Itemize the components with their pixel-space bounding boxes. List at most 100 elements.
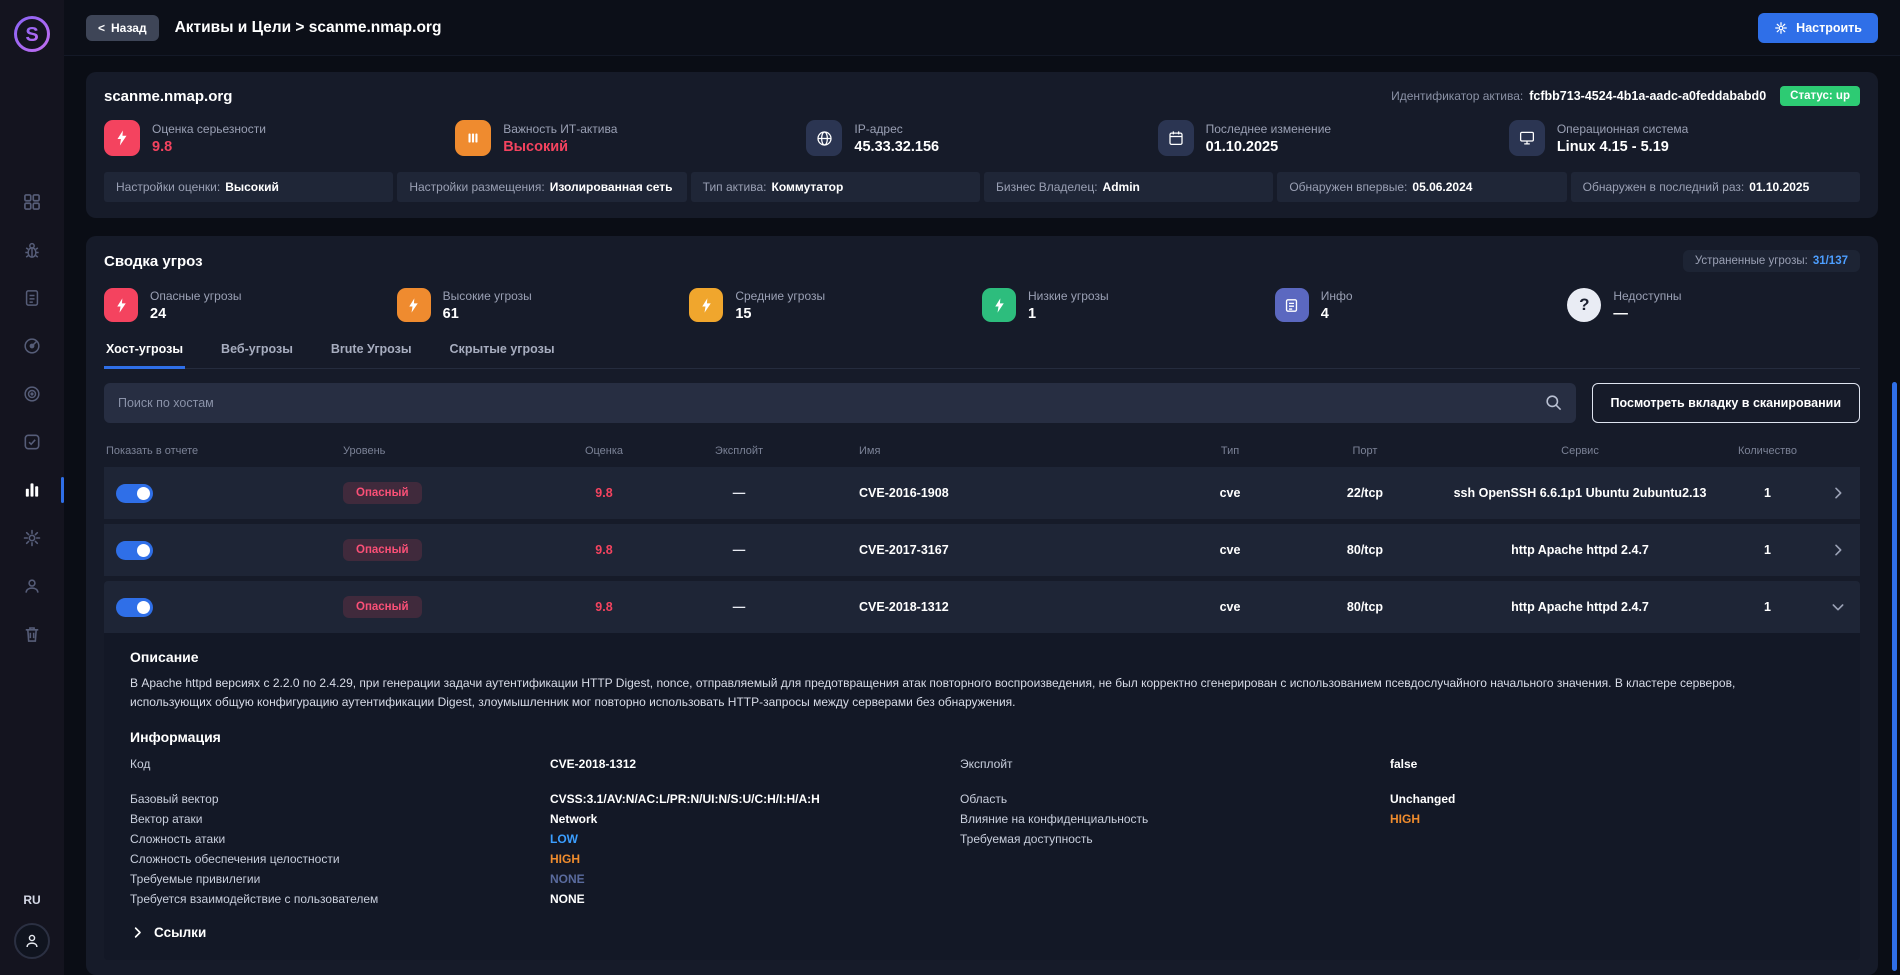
service-value: http Apache httpd 2.4.7 bbox=[1440, 543, 1720, 557]
sidebar-item-settings[interactable] bbox=[10, 518, 54, 558]
search-input[interactable] bbox=[104, 383, 1576, 423]
info-row: Сложность обеспечения целостности HIGH bbox=[130, 849, 1834, 869]
chevron-right-icon[interactable] bbox=[1815, 485, 1860, 501]
show-in-report-toggle[interactable] bbox=[116, 484, 153, 503]
column-header: Порт bbox=[1290, 445, 1440, 457]
back-button-label: Назад bbox=[111, 21, 147, 35]
tab-brute-threats[interactable]: Brute Угрозы bbox=[329, 340, 414, 369]
back-chevron-icon: < bbox=[98, 21, 105, 35]
sidebar-item-users[interactable] bbox=[10, 566, 54, 606]
stat-label: Высокие угрозы bbox=[443, 289, 532, 303]
sidebar-item-dashboard[interactable] bbox=[10, 182, 54, 222]
vertical-scrollbar[interactable] bbox=[1892, 382, 1897, 971]
tab-hidden-threats[interactable]: Скрытые угрозы bbox=[448, 340, 557, 369]
sidebar-item-reports[interactable] bbox=[10, 278, 54, 318]
tab-web-threats[interactable]: Веб-угрозы bbox=[219, 340, 295, 369]
info-value: NONE bbox=[550, 872, 960, 886]
score-value: 9.8 bbox=[549, 543, 659, 557]
column-header: Уровень bbox=[309, 445, 549, 457]
detail-value: Admin bbox=[1103, 180, 1140, 194]
service-value: ssh OpenSSH 6.6.1p1 Ubuntu 2ubuntu2.13 bbox=[1440, 486, 1720, 500]
chevron-down-icon[interactable] bbox=[1815, 599, 1860, 615]
sidebar-item-assets[interactable] bbox=[10, 470, 54, 510]
info-value: false bbox=[1390, 757, 1834, 771]
cve-name: CVE-2016-1908 bbox=[819, 486, 1170, 500]
detail-cell: Настройки размещения: Изолированная сеть bbox=[397, 172, 686, 202]
table-header: Показать в отчете Уровень Оценка Эксплой… bbox=[104, 435, 1860, 467]
asset-id-label: Идентификатор актива: bbox=[1391, 89, 1523, 103]
description-text: В Apache httpd версиях с 2.2.0 по 2.4.29… bbox=[130, 674, 1810, 711]
app-main: < Назад Активы и Цели > scanme.nmap.org … bbox=[64, 0, 1900, 975]
gear-icon bbox=[22, 528, 42, 548]
column-header: Эксплойт bbox=[659, 445, 819, 457]
metric-value: Linux 4.15 - 5.19 bbox=[1557, 139, 1689, 155]
user-avatar[interactable] bbox=[14, 923, 50, 959]
info-key: Область bbox=[960, 792, 1390, 806]
info-row: Требуется взаимодействие с пользователем… bbox=[130, 889, 1834, 909]
stat-value: 1 bbox=[1028, 306, 1109, 322]
metric-value: 9.8 bbox=[152, 139, 266, 155]
info-value: NONE bbox=[550, 892, 960, 906]
info-row: Требуемые привилегии NONE bbox=[130, 869, 1834, 889]
type-value: cve bbox=[1170, 600, 1290, 614]
asset-id-value: fcfbb713-4524-4b1a-aadc-a0feddababd0 bbox=[1529, 89, 1766, 103]
app-logo[interactable]: S bbox=[12, 14, 52, 54]
column-header: Оценка bbox=[549, 445, 659, 457]
metric-label: Операционная система bbox=[1557, 122, 1689, 136]
cve-name: CVE-2017-3167 bbox=[819, 543, 1170, 557]
sidebar-item-trash[interactable] bbox=[10, 614, 54, 654]
sidebar-item-scans[interactable] bbox=[10, 326, 54, 366]
sidebar-nav bbox=[10, 182, 54, 654]
toggle-knob bbox=[137, 601, 150, 614]
asset-metrics-row: Оценка серьезности 9.8 Важность ИТ-актив… bbox=[104, 120, 1860, 156]
table-body: Опасный 9.8 — CVE-2016-1908 cve 22/tcp s… bbox=[104, 467, 1860, 961]
column-header: Тип bbox=[1170, 445, 1290, 457]
show-in-report-toggle[interactable] bbox=[116, 541, 153, 560]
sidebar-item-tasks[interactable] bbox=[10, 422, 54, 462]
table-row[interactable]: Опасный 9.8 — CVE-2017-3167 cve 80/tcp h… bbox=[104, 524, 1860, 576]
detail-label: Настройки размещения: bbox=[409, 180, 544, 194]
severity-badge: Опасный bbox=[343, 539, 422, 561]
locale-switcher[interactable]: RU bbox=[23, 893, 40, 907]
detail-cell: Обнаружен впервые: 05.06.2024 bbox=[1277, 172, 1566, 202]
table-row-expanded[interactable]: Опасный 9.8 — CVE-2018-1312 cve 80/tcp h… bbox=[104, 581, 1860, 633]
person-icon bbox=[23, 932, 41, 950]
chevron-right-icon[interactable] bbox=[1815, 542, 1860, 558]
metric-label: Важность ИТ-актива bbox=[503, 122, 617, 136]
sidebar-item-targets[interactable] bbox=[10, 374, 54, 414]
stat-label: Средние угрозы bbox=[735, 289, 825, 303]
metric-label: Последнее изменение bbox=[1206, 122, 1331, 136]
count-value: 1 bbox=[1720, 543, 1815, 557]
type-value: cve bbox=[1170, 486, 1290, 500]
show-in-report-toggle[interactable] bbox=[116, 598, 153, 617]
stat-critical: Опасные угрозы 24 bbox=[104, 288, 397, 322]
links-label: Ссылки bbox=[154, 925, 206, 940]
back-button[interactable]: < Назад bbox=[86, 15, 159, 41]
detail-label: Обнаружен впервые: bbox=[1289, 180, 1407, 194]
info-key: Сложность атаки bbox=[130, 832, 550, 846]
detail-value: Коммутатор bbox=[772, 180, 844, 194]
info-row: Базовый вектор CVSS:3.1/AV:N/AC:L/PR:N/U… bbox=[130, 789, 1834, 809]
tab-host-threats[interactable]: Хост-угрозы bbox=[104, 340, 185, 369]
target-icon bbox=[22, 384, 42, 404]
detail-value: Изолированная сеть bbox=[550, 180, 673, 194]
grid-icon bbox=[22, 192, 42, 212]
metric-importance: Важность ИТ-актива Высокий bbox=[455, 120, 806, 156]
search-row: Посмотреть вкладку в сканировании bbox=[104, 383, 1860, 423]
sidebar-item-threats[interactable] bbox=[10, 230, 54, 270]
detail-cell: Бизнес Владелец:Admin bbox=[984, 172, 1273, 202]
links-toggle[interactable]: Ссылки bbox=[130, 925, 1834, 940]
resolved-value: 31/137 bbox=[1813, 255, 1848, 267]
threat-summary-card: Сводка угроз Устраненные угрозы:31/137 О… bbox=[86, 236, 1878, 975]
view-scan-tab-button[interactable]: Посмотреть вкладку в сканировании bbox=[1592, 383, 1860, 423]
table-row[interactable]: Опасный 9.8 — CVE-2016-1908 cve 22/tcp s… bbox=[104, 467, 1860, 519]
info-key: Эксплойт bbox=[960, 757, 1390, 771]
information-title: Информация bbox=[130, 729, 1834, 745]
search-icon[interactable] bbox=[1544, 393, 1563, 412]
stat-value: 61 bbox=[443, 306, 532, 322]
detail-cell: Настройки оценки:Высокий bbox=[104, 172, 393, 202]
users-icon bbox=[22, 576, 42, 596]
detail-value: 05.06.2024 bbox=[1412, 180, 1472, 194]
configure-button[interactable]: Настроить bbox=[1758, 13, 1878, 43]
info-card-icon bbox=[1275, 288, 1309, 322]
